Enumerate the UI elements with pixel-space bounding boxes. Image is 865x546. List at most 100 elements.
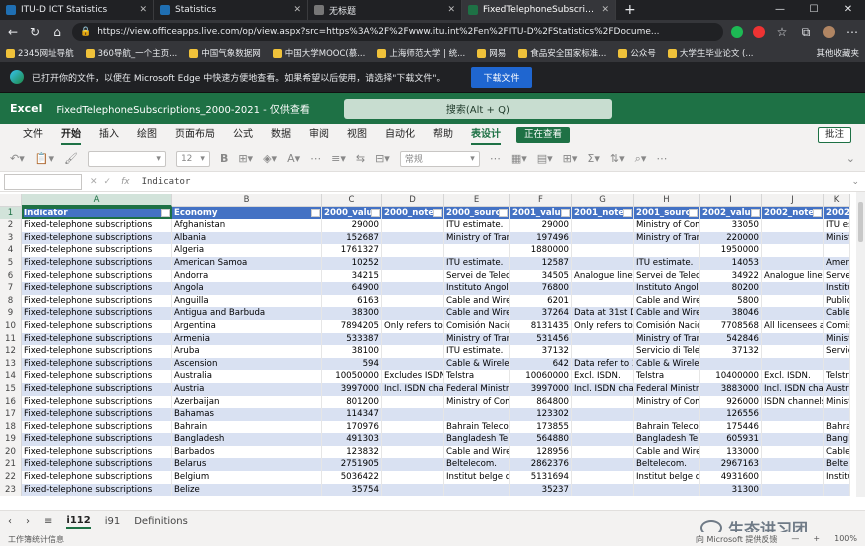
table-cell[interactable]: [824, 244, 850, 257]
table-cell[interactable]: Fixed-telephone subscriptions: [22, 471, 172, 484]
table-cell[interactable]: [382, 345, 444, 358]
table-cell[interactable]: Antigua and Barbuda: [172, 307, 322, 320]
table-cell[interactable]: Excludes ISDN: [382, 370, 444, 383]
table-cell[interactable]: Instituto Angola: [444, 282, 510, 295]
table-cell[interactable]: [382, 219, 444, 232]
menu-tab[interactable]: 页面布局: [166, 124, 224, 146]
menu-tab[interactable]: 视图: [338, 124, 376, 146]
table-cell[interactable]: Bangladesh Tele: [444, 433, 510, 446]
bookmark-item[interactable]: 食品安全国家标准...: [518, 47, 606, 59]
row-number[interactable]: 10: [0, 319, 22, 333]
table-cell[interactable]: 37132: [510, 345, 572, 358]
refresh-icon[interactable]: ↻: [28, 25, 42, 39]
table-cell[interactable]: Beltele: [824, 458, 850, 472]
number-format-select[interactable]: 常规 ▾: [399, 150, 480, 167]
merge-icon[interactable]: ⊟▾: [375, 152, 390, 165]
browser-tab[interactable]: ITU-D ICT Statistics ✕: [0, 0, 154, 20]
zoom-in-icon[interactable]: +: [813, 534, 820, 545]
table-cell[interactable]: 6163: [322, 294, 382, 308]
table-cell[interactable]: 170976: [322, 420, 382, 434]
table-cell[interactable]: 1880000: [510, 244, 572, 257]
table-cell[interactable]: Servei de Telecc: [634, 269, 700, 283]
filter-dropdown-icon[interactable]: [433, 208, 442, 217]
table-header-cell[interactable]: Indicator: [22, 206, 172, 220]
table-cell[interactable]: American Samoa: [172, 256, 322, 270]
row-number[interactable]: 14: [0, 370, 22, 383]
table-cell[interactable]: ITU estimate.: [444, 256, 510, 270]
table-cell[interactable]: Bahamas: [172, 408, 322, 421]
table-cell[interactable]: Ministry of Tran: [444, 231, 510, 245]
table-cell[interactable]: 3997000: [510, 382, 572, 396]
filter-dropdown-icon[interactable]: [371, 208, 380, 217]
table-cell[interactable]: [700, 357, 762, 371]
table-cell[interactable]: [762, 307, 824, 320]
table-cell[interactable]: Institut: [824, 282, 850, 295]
table-cell[interactable]: [762, 294, 824, 308]
table-cell[interactable]: Telstra: [824, 370, 850, 383]
row-number[interactable]: 12: [0, 345, 22, 358]
table-cell[interactable]: Ministry of Com: [634, 395, 700, 409]
table-cell[interactable]: [762, 345, 824, 358]
table-cell[interactable]: Ministry of Com: [634, 219, 700, 232]
minimize-icon[interactable]: —: [763, 0, 797, 20]
table-cell[interactable]: 5036422: [322, 471, 382, 484]
filter-dropdown-icon[interactable]: [623, 208, 632, 217]
table-cell[interactable]: Comisi: [824, 319, 850, 333]
filter-dropdown-icon[interactable]: [161, 208, 170, 217]
browser-tab[interactable]: Statistics ✕: [154, 0, 308, 20]
table-cell[interactable]: Andorra: [172, 269, 322, 283]
table-cell[interactable]: Ministr: [824, 395, 850, 409]
table-cell[interactable]: 64900: [322, 282, 382, 295]
table-cell[interactable]: Servici: [824, 345, 850, 358]
table-cell[interactable]: Cable and Wirel: [634, 294, 700, 308]
table-cell[interactable]: [762, 408, 824, 421]
table-cell[interactable]: [572, 395, 634, 409]
table-cell[interactable]: Comisión Nacio: [444, 319, 510, 333]
table-cell[interactable]: [824, 357, 850, 371]
table-cell[interactable]: Anguilla: [172, 294, 322, 308]
table-cell[interactable]: [762, 420, 824, 434]
table-cell[interactable]: 5131694: [510, 471, 572, 484]
menu-tab[interactable]: 表设计: [462, 124, 510, 146]
table-cell[interactable]: [382, 256, 444, 270]
table-cell[interactable]: ITU esti: [824, 219, 850, 232]
table-cell[interactable]: [382, 408, 444, 421]
table-cell[interactable]: Servicio di Telec: [634, 345, 700, 358]
table-cell[interactable]: [382, 294, 444, 308]
table-cell[interactable]: Incl. ISDN chan: [572, 382, 634, 396]
font-name-select[interactable]: ▾: [87, 150, 166, 167]
bookmark-item[interactable]: 360导航_一个主页...: [85, 47, 177, 59]
close-icon[interactable]: ✕: [447, 5, 455, 15]
filter-dropdown-icon[interactable]: [561, 208, 570, 217]
column-header[interactable]: K: [824, 194, 850, 207]
table-cell[interactable]: Cable and Wirel: [634, 307, 700, 320]
bookmark-item[interactable]: 大学生毕业论文 (...: [667, 47, 753, 59]
table-cell[interactable]: Ministry of Tran: [634, 332, 700, 346]
table-cell[interactable]: 801200: [322, 395, 382, 409]
table-cell[interactable]: 2751905: [322, 458, 382, 472]
table-header-cell[interactable]: 2001_value: [510, 206, 572, 220]
filter-dropdown-icon[interactable]: [689, 208, 698, 217]
table-cell[interactable]: Federal Ministry: [444, 382, 510, 396]
table-cell[interactable]: Fixed-telephone subscriptions: [22, 357, 172, 371]
column-header[interactable]: A: [22, 194, 172, 207]
table-cell[interactable]: Beltelecom.: [444, 458, 510, 472]
bookmark-item[interactable]: 中国大学MOOC(慕...: [272, 47, 365, 59]
table-cell[interactable]: [572, 420, 634, 434]
table-cell[interactable]: Fixed-telephone subscriptions: [22, 458, 172, 472]
bookmark-item[interactable]: 2345网址导航: [6, 47, 74, 59]
viewing-mode-button[interactable]: 正在查看: [516, 127, 571, 143]
table-cell[interactable]: Institut belge de: [444, 471, 510, 484]
table-cell[interactable]: Fixed-telephone subscriptions: [22, 219, 172, 232]
table-cell[interactable]: 10252: [322, 256, 382, 270]
table-cell[interactable]: 926000: [700, 395, 762, 409]
all-sheets-icon[interactable]: ≡: [44, 516, 52, 527]
table-cell[interactable]: Fixed-telephone subscriptions: [22, 408, 172, 421]
table-cell[interactable]: Cable a: [824, 307, 850, 320]
favorites-icon[interactable]: ☆: [775, 25, 789, 39]
row-number[interactable]: 20: [0, 445, 22, 459]
table-header-cell[interactable]: 2001_notes: [572, 206, 634, 220]
table-cell[interactable]: 10050000: [322, 370, 382, 383]
table-cell[interactable]: [572, 231, 634, 245]
table-cell[interactable]: Belgium: [172, 471, 322, 484]
